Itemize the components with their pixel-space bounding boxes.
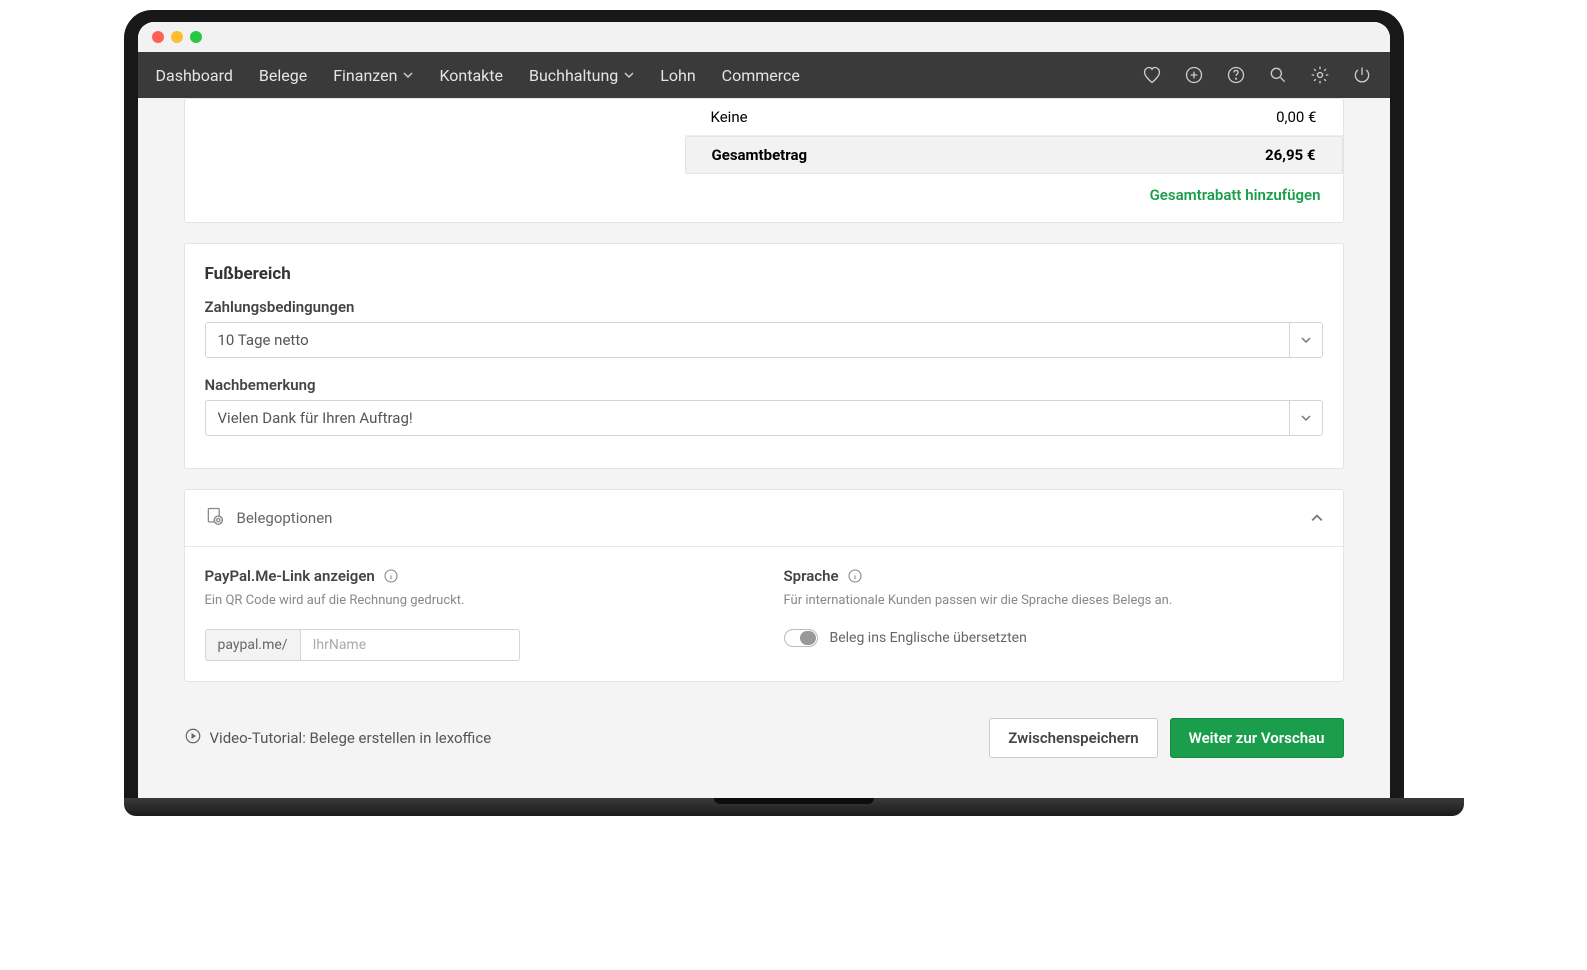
totals-card: Keine 0,00 € Gesamtbetrag 26,95 € Gesamt… [184, 98, 1344, 223]
laptop-base [124, 798, 1464, 816]
language-description: Für internationale Kunden passen wir die… [784, 591, 1323, 611]
nav-label: Lohn [660, 66, 695, 85]
totals-row-total: Gesamtbetrag 26,95 € [685, 136, 1343, 174]
totals-total-value: 26,95 € [1265, 146, 1315, 164]
dropdown-toggle[interactable] [1289, 400, 1323, 436]
totals-total-label: Gesamtbetrag [712, 146, 808, 164]
nav-label: Commerce [722, 66, 800, 85]
paypal-title: PayPal.Me-Link anzeigen [205, 567, 375, 585]
chevron-down-icon [1301, 335, 1311, 345]
translate-toggle-label: Beleg ins Englische übersetzten [830, 630, 1027, 646]
dropdown-toggle[interactable] [1289, 322, 1323, 358]
tutorial-label: Video-Tutorial: Belege erstellen in lexo… [210, 729, 492, 747]
nav-buchhaltung[interactable]: Buchhaltung [529, 66, 634, 85]
nav-kontakte[interactable]: Kontakte [439, 66, 503, 85]
nav-lohn[interactable]: Lohn [660, 66, 695, 85]
nav-label: Buchhaltung [529, 66, 618, 85]
document-options-title: Belegoptionen [237, 509, 333, 527]
payment-terms-dropdown[interactable]: 10 Tage netto [205, 322, 1323, 358]
laptop-frame: Dashboard Belege Finanzen Kontakte Buchh… [124, 10, 1404, 798]
translate-toggle[interactable] [784, 629, 818, 647]
heart-icon[interactable] [1142, 65, 1162, 85]
paypal-prefix: paypal.me/ [205, 629, 300, 661]
info-icon[interactable] [383, 568, 399, 584]
continue-preview-button[interactable]: Weiter zur Vorschau [1170, 718, 1344, 758]
help-icon[interactable] [1226, 65, 1246, 85]
language-title: Sprache [784, 567, 839, 585]
nav-commerce[interactable]: Commerce [722, 66, 800, 85]
nav-label: Finanzen [333, 66, 397, 85]
search-icon[interactable] [1268, 65, 1288, 85]
remark-value: Vielen Dank für Ihren Auftrag! [205, 400, 1289, 436]
actions-row: Video-Tutorial: Belege erstellen in lexo… [184, 702, 1344, 768]
window-max-dot[interactable] [190, 31, 202, 43]
document-options-card: Belegoptionen PayPal.Me-Link anzeigen Ei… [184, 489, 1344, 682]
chevron-up-icon [1311, 509, 1323, 528]
paypal-description: Ein QR Code wird auf die Rechnung gedruc… [205, 591, 744, 611]
nav-belege[interactable]: Belege [259, 66, 307, 85]
totals-none-label: Keine [711, 108, 748, 126]
chevron-down-icon [1301, 413, 1311, 423]
nav-dashboard[interactable]: Dashboard [156, 66, 233, 85]
footer-section-title: Fußbereich [185, 244, 1343, 298]
nav-label: Dashboard [156, 66, 233, 85]
window-close-dot[interactable] [152, 31, 164, 43]
remark-label: Nachbemerkung [185, 376, 1343, 400]
power-icon[interactable] [1352, 65, 1372, 85]
chevron-down-icon [403, 70, 413, 80]
paypal-column: PayPal.Me-Link anzeigen Ein QR Code wird… [205, 567, 744, 661]
window-controls [138, 22, 1390, 52]
plus-circle-icon[interactable] [1184, 65, 1204, 85]
play-circle-icon [184, 727, 202, 749]
window-min-dot[interactable] [171, 31, 183, 43]
document-options-icon [205, 506, 225, 530]
chevron-down-icon [624, 70, 634, 80]
app-screen: Dashboard Belege Finanzen Kontakte Buchh… [138, 22, 1390, 798]
info-icon[interactable] [847, 568, 863, 584]
totals-none-value: 0,00 € [1276, 108, 1316, 126]
gear-icon[interactable] [1310, 65, 1330, 85]
language-column: Sprache Für internationale Kunden passen… [784, 567, 1323, 661]
payment-terms-label: Zahlungsbedingungen [185, 298, 1343, 322]
remark-dropdown[interactable]: Vielen Dank für Ihren Auftrag! [205, 400, 1323, 436]
save-draft-button[interactable]: Zwischenspeichern [989, 718, 1157, 758]
totals-row-none: Keine 0,00 € [685, 99, 1343, 136]
payment-terms-value: 10 Tage netto [205, 322, 1289, 358]
nav-label: Kontakte [439, 66, 503, 85]
video-tutorial-link[interactable]: Video-Tutorial: Belege erstellen in lexo… [184, 727, 492, 749]
paypal-name-input[interactable] [300, 629, 520, 661]
nav-label: Belege [259, 66, 307, 85]
top-nav: Dashboard Belege Finanzen Kontakte Buchh… [138, 52, 1390, 98]
add-discount-link[interactable]: Gesamtrabatt hinzufügen [185, 174, 1343, 204]
nav-finanzen[interactable]: Finanzen [333, 66, 413, 85]
footer-section-card: Fußbereich Zahlungsbedingungen 10 Tage n… [184, 243, 1344, 469]
document-options-header[interactable]: Belegoptionen [185, 490, 1343, 547]
paypal-input-group: paypal.me/ [205, 629, 744, 661]
